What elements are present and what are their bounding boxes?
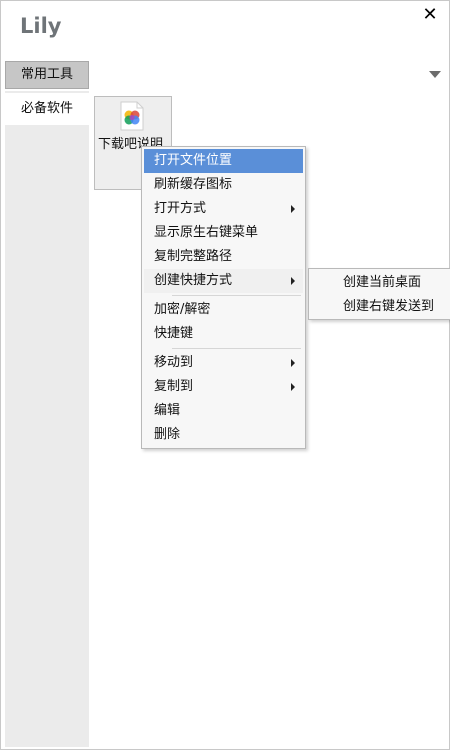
menu-item-refresh-icon-cache[interactable]: 刷新缓存图标: [144, 173, 303, 197]
menu-item-create-shortcut[interactable]: 创建快捷方式: [144, 269, 303, 293]
menu-item-hotkey[interactable]: 快捷键: [144, 322, 303, 346]
close-button[interactable]: ✕: [419, 4, 441, 26]
menu-separator: [172, 295, 301, 296]
menu-item-show-native-menu[interactable]: 显示原生右键菜单: [144, 221, 303, 245]
chevron-down-icon[interactable]: [429, 71, 441, 78]
shortcut-submenu: 创建当前桌面 创建右键发送到: [308, 268, 450, 320]
category-tab-selected[interactable]: 常用工具: [5, 61, 89, 89]
menu-item-delete[interactable]: 删除: [144, 423, 303, 447]
submenu-arrow-icon: [291, 383, 295, 391]
menu-item-label: 复制到: [154, 379, 194, 394]
menu-item-label: 移动到: [154, 355, 194, 370]
menu-item-copy-full-path[interactable]: 复制完整路径: [144, 245, 303, 269]
submenu-arrow-icon: [291, 205, 295, 213]
submenu-item-create-sendto[interactable]: 创建右键发送到: [311, 295, 448, 319]
submenu-item-create-desktop[interactable]: 创建当前桌面: [311, 271, 448, 295]
sidebar: 必备软件: [5, 91, 89, 747]
submenu-arrow-icon: [291, 359, 295, 367]
menu-item-copy-to[interactable]: 复制到: [144, 375, 303, 399]
menu-item-move-to[interactable]: 移动到: [144, 351, 303, 375]
app-window: Lily ✕ 常用工具 必备软件 下载吧说明 打开文件位置 刷新缓存图标 打开方…: [0, 0, 450, 750]
menu-item-open-with[interactable]: 打开方式: [144, 197, 303, 221]
context-menu: 打开文件位置 刷新缓存图标 打开方式 显示原生右键菜单 复制完整路径 创建快捷方…: [141, 146, 306, 449]
menu-item-label: 打开方式: [154, 201, 207, 216]
app-title: Lily: [20, 14, 62, 38]
menu-separator: [172, 348, 301, 349]
menu-item-label: 创建快捷方式: [154, 273, 233, 288]
sidebar-item-essential-software[interactable]: 必备软件: [5, 93, 89, 125]
colorful-file-icon: [120, 101, 144, 131]
menu-item-edit[interactable]: 编辑: [144, 399, 303, 423]
submenu-arrow-icon: [291, 277, 295, 285]
menu-item-open-file-location[interactable]: 打开文件位置: [144, 149, 303, 173]
category-bar: 常用工具: [5, 61, 449, 89]
menu-item-encrypt-decrypt[interactable]: 加密/解密: [144, 298, 303, 322]
